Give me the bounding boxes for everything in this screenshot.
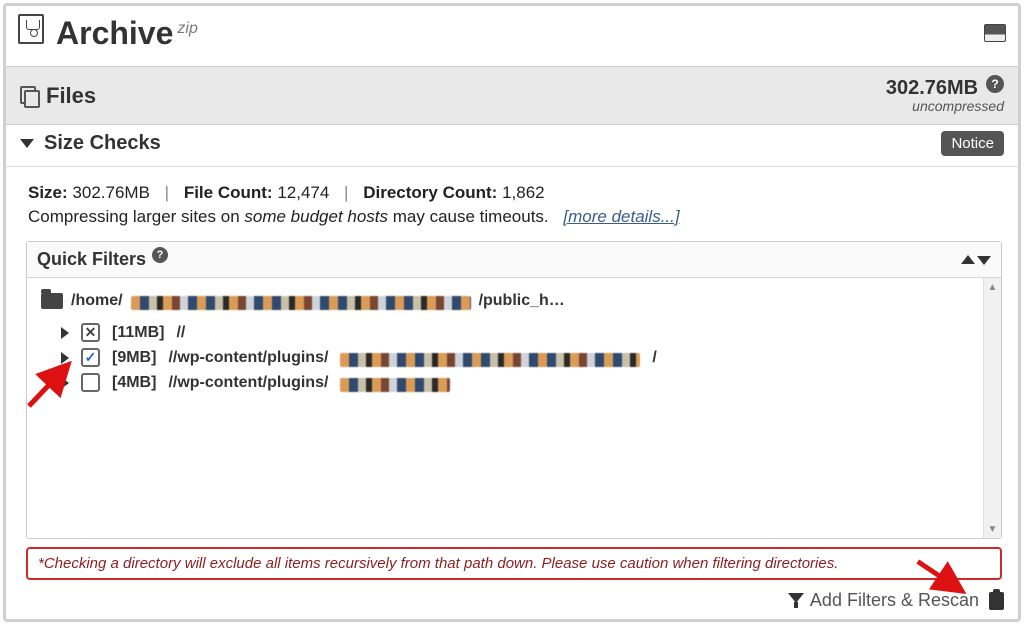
folder-open-icon: [41, 293, 63, 309]
tree-item: ✕ [11MB] //: [33, 320, 995, 345]
triangle-down-icon: [977, 256, 991, 265]
panel-header: Archive zip: [6, 6, 1018, 66]
checkbox-checked[interactable]: ✓: [81, 348, 100, 367]
item-size: [4MB]: [112, 374, 156, 392]
redacted-path-segment: [340, 378, 450, 392]
tree-root[interactable]: /home/ /public_h…: [33, 288, 995, 320]
item-path: //wp-content/plugins/: [168, 374, 328, 392]
size-checks-heading: Size Checks: [44, 132, 161, 155]
scrollbar[interactable]: ▲ ▼: [983, 278, 1001, 538]
help-icon[interactable]: ?: [152, 247, 168, 263]
more-details-link[interactable]: [more details...]: [563, 207, 679, 226]
caret-down-icon: [20, 139, 34, 148]
item-path-suffix: /: [652, 349, 656, 367]
sort-arrows[interactable]: [961, 255, 991, 264]
caution-note: *Checking a directory will exclude all i…: [26, 547, 1002, 580]
triangle-up-icon: [961, 255, 975, 264]
note-italic: some budget hosts: [244, 207, 388, 226]
size-value: 302.76MB: [72, 183, 150, 202]
archive-format-superscript: zip: [177, 20, 197, 38]
tree-item: [4MB] //wp-content/plugins/: [33, 370, 995, 395]
clipboard-icon[interactable]: [989, 592, 1004, 610]
item-path: //wp-content/plugins/: [168, 349, 328, 367]
checkbox-indeterminate[interactable]: ✕: [81, 323, 100, 342]
files-copy-icon: [20, 86, 38, 106]
panel-title-text: Archive: [56, 15, 173, 52]
caret-right-icon[interactable]: [61, 352, 69, 364]
stats-row: Size: 302.76MB | File Count: 12,474 | Di…: [6, 167, 1018, 207]
item-size: [11MB]: [112, 324, 164, 342]
item-path: //: [176, 324, 185, 342]
quick-filters-panel: Quick Filters ? /home/ /public_h… ✕ [11M…: [26, 241, 1002, 539]
help-icon[interactable]: ?: [986, 75, 1004, 93]
size-label: Size:: [28, 183, 68, 202]
root-path-suffix: /public_h…: [479, 292, 565, 310]
window-mode-icon[interactable]: [984, 24, 1006, 42]
footer-actions: Add Filters & Rescan: [788, 590, 1004, 611]
filter-icon: [788, 593, 804, 609]
note-prefix: Compressing larger sites on: [28, 207, 244, 226]
checkbox-unchecked[interactable]: [81, 373, 100, 392]
root-path-prefix: /home/: [71, 292, 123, 310]
caret-right-icon[interactable]: [61, 377, 69, 389]
add-filters-rescan-link[interactable]: Add Filters & Rescan: [810, 590, 979, 611]
compression-note: Compressing larger sites on some budget …: [6, 207, 1018, 241]
tree-item: ✓ [9MB] //wp-content/plugins/ /: [33, 345, 995, 370]
redacted-path-segment: [340, 353, 640, 367]
size-checks-bar[interactable]: Size Checks Notice: [6, 125, 1018, 167]
quick-filters-heading: Quick Filters: [37, 249, 146, 270]
total-size-value: 302.76MB: [886, 77, 978, 99]
dir-count-value: 1,862: [502, 183, 545, 202]
notice-badge: Notice: [941, 131, 1004, 156]
redacted-path-segment: [131, 296, 471, 310]
scroll-up-icon[interactable]: ▲: [984, 278, 1001, 296]
panel-title: Archive zip: [18, 14, 200, 52]
files-bar: Files 302.76MB ? uncompressed: [6, 66, 1018, 125]
note-suffix: may cause timeouts.: [388, 207, 549, 226]
file-count-value: 12,474: [277, 183, 329, 202]
files-heading: Files: [46, 83, 96, 109]
uncompressed-label: uncompressed: [886, 98, 1004, 114]
item-size: [9MB]: [112, 349, 156, 367]
caret-right-icon[interactable]: [61, 327, 69, 339]
dir-count-label: Directory Count:: [363, 183, 497, 202]
quick-filters-header: Quick Filters ?: [27, 242, 1001, 278]
quick-filters-body: /home/ /public_h… ✕ [11MB] // ✓ [9MB] //…: [27, 278, 1001, 538]
archive-zip-icon: [18, 14, 44, 44]
archive-panel: Archive zip Files 302.76MB ? uncompresse…: [3, 3, 1021, 622]
file-count-label: File Count:: [184, 183, 273, 202]
scroll-down-icon[interactable]: ▼: [984, 520, 1001, 538]
